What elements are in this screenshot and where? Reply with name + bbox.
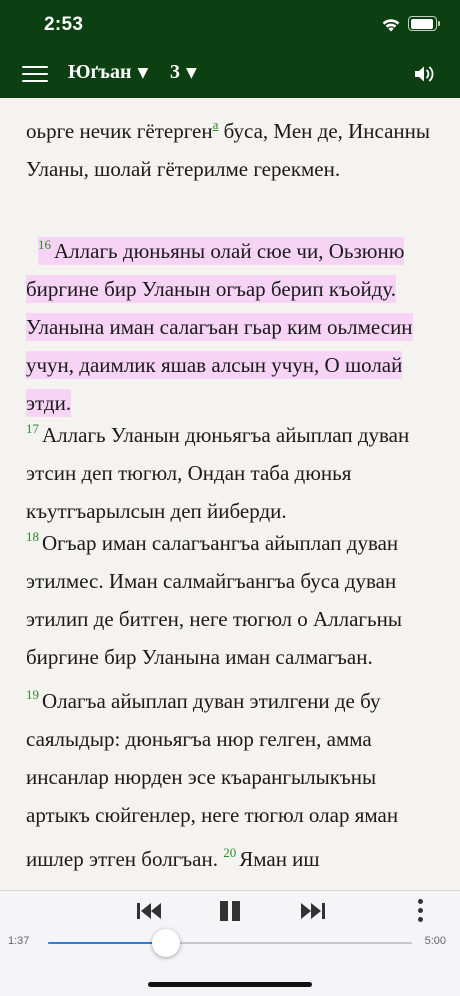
verse-text: Огъар иман салагъангъа айыплап дуван эти… (26, 531, 402, 669)
hamburger-menu-icon[interactable] (22, 64, 48, 84)
pause-icon[interactable] (218, 901, 242, 921)
skip-forward-icon[interactable] (300, 901, 326, 921)
verse-number: 17 (26, 421, 39, 436)
verse-text: Аллагь Уланын дюньягъа айыплап дуван этс… (26, 423, 410, 523)
elapsed-time: 1:37 (8, 935, 30, 947)
total-time: 5:00 (424, 935, 446, 947)
scripture-text[interactable]: оьрге нечик гётергенa буса, Мен де, Инса… (0, 98, 460, 890)
verse-16[interactable]: 16 Аллагь дюньяны олай сюе чи, Оьзюню бир… (26, 226, 438, 422)
battery-icon (408, 16, 440, 31)
speaker-icon[interactable] (414, 64, 436, 84)
audio-player: 1:37 5:00 (0, 890, 460, 996)
progress-slider[interactable] (48, 929, 412, 957)
verse-text: оьрге нечик гётерген (26, 119, 213, 143)
skip-back-icon[interactable] (136, 901, 162, 921)
status-time: 2:53 (44, 14, 84, 35)
verse-number: 19 (26, 687, 39, 702)
chapter-selector[interactable]: 3 ▼ (170, 61, 197, 84)
more-vertical-icon[interactable] (418, 899, 424, 923)
verse-text: Яман иш (239, 847, 320, 871)
verse-text: Олагъа айыплап дуван этилгени де бу саял… (26, 689, 399, 871)
caret-down-icon: ▼ (137, 64, 149, 81)
chapter-number: 3 (170, 61, 180, 83)
verse-number: 20 (223, 845, 237, 860)
app-header-bar: 2:53 Юґъан ▼ 3 ▼ (0, 0, 460, 98)
book-name: Юґъан (68, 61, 132, 83)
wifi-icon (382, 19, 400, 32)
verse-17[interactable]: 17 Аллагь Уланын дюньягъа айыплап дуван э… (26, 410, 438, 530)
verse-18-20[interactable]: 18 Огъар иман салагъангъа айыплап дуван э… (26, 518, 438, 878)
home-indicator (148, 982, 312, 987)
progress-played (48, 942, 166, 944)
book-selector[interactable]: Юґъан ▼ (68, 61, 148, 84)
verse-number: 16 (38, 237, 51, 252)
caret-down-icon: ▼ (186, 64, 197, 81)
nav-header: Юґъан ▼ 3 ▼ (0, 50, 460, 98)
slider-thumb[interactable] (151, 929, 180, 957)
verse-number: 18 (26, 529, 39, 544)
highlighted-verse: 16 Аллагь дюньяны олай сюе чи, Оьзюню бир… (26, 237, 413, 417)
verse-text: Аллагь дюньяны олай сюе чи, Оьзюню бирги… (26, 239, 413, 415)
verse-15-continuation: оьрге нечик гётергенa буса, Мен де, Инса… (26, 106, 438, 188)
status-bar: 2:53 (0, 0, 460, 50)
